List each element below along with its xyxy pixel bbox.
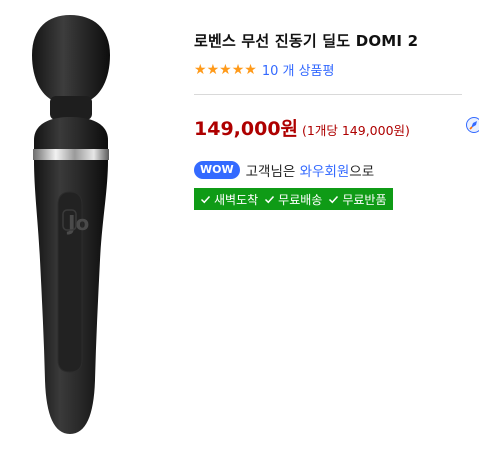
check-icon: [200, 195, 211, 203]
product-image[interactable]: Jo: [0, 0, 150, 451]
benefit-label: 새벽도착: [214, 192, 259, 207]
membership-text-suffix: 으로: [349, 164, 375, 180]
check-icon: [329, 195, 339, 203]
unit-price: (1개당 149,000원): [302, 123, 410, 138]
price-row: 149,000원 (1개당 149,000원): [194, 114, 410, 141]
membership-text-prefix: 고객님은: [245, 164, 300, 180]
star-rating: ★ ★ ★ ★ ★: [194, 63, 257, 77]
benefit-label: 무료배송: [278, 192, 323, 207]
star-icon: ★: [206, 61, 220, 78]
membership-row: WOW 고객님은 와우회원으로: [194, 160, 374, 180]
product-title: 로벤스 무선 진동기 딜도 DOMI 2: [194, 32, 419, 50]
product-page: Jo 로벤스 무선 진동기 딜도 DOMI 2 ★ ★ ★ ★ ★ 10 개 상…: [0, 0, 479, 451]
benefit-free-return: 무료반품: [328, 191, 387, 208]
benefit-badges: 새벽도착 무료배송 무료반품: [194, 188, 393, 210]
divider: [194, 94, 462, 95]
benefit-label: 무료반품: [342, 192, 387, 207]
review-count-link[interactable]: 10 개 상품평: [262, 60, 335, 79]
svg-text:Jo: Jo: [66, 211, 89, 235]
star-icon: ★: [219, 61, 232, 78]
benefit-dawn-delivery: 새벽도착: [200, 191, 258, 208]
star-icon: ★: [231, 61, 245, 78]
wow-member-label[interactable]: 와우회원: [300, 164, 350, 180]
rating-row[interactable]: ★ ★ ★ ★ ★ 10 개 상품평: [194, 60, 335, 80]
star-icon: ★: [194, 61, 207, 78]
benefit-free-shipping: 무료배송: [264, 191, 322, 208]
star-icon: ★: [244, 61, 257, 78]
rocket-delivery-icon: [466, 117, 479, 133]
check-icon: [265, 195, 275, 203]
product-info: 로벤스 무선 진동기 딜도 DOMI 2 ★ ★ ★ ★ ★ 10 개 상품평 …: [194, 0, 479, 451]
price: 149,000원: [194, 118, 299, 140]
wow-badge: WOW: [194, 161, 240, 179]
membership-text: 고객님은 와우회원으로: [246, 160, 375, 180]
